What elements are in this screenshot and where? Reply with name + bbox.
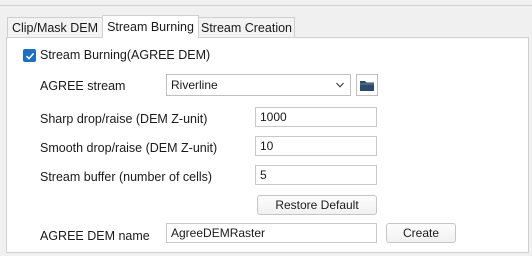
sharp-drop-value: 1000 [260, 110, 287, 124]
restore-default-label: Restore Default [275, 198, 359, 212]
smooth-drop-value: 10 [260, 139, 274, 153]
create-button[interactable]: Create [386, 223, 456, 243]
create-label: Create [402, 226, 440, 240]
tab-label: Stream Burning [107, 20, 194, 34]
tab-clip-mask-dem[interactable]: Clip/Mask DEM [7, 17, 103, 37]
folder-icon [360, 81, 374, 91]
smooth-drop-label: Smooth drop/raise (DEM Z-unit) [40, 141, 218, 155]
agree-dem-name-input[interactable]: AgreeDEMRaster [166, 223, 377, 243]
tab-stream-creation[interactable]: Stream Creation [198, 17, 295, 37]
stream-buffer-input[interactable]: 5 [255, 165, 377, 185]
stream-buffer-label: Stream buffer (number of cells) [40, 170, 213, 184]
restore-default-button[interactable]: Restore Default [257, 195, 377, 215]
browse-button[interactable] [356, 74, 378, 96]
smooth-drop-input[interactable]: 10 [255, 136, 377, 156]
window-divider [0, 5, 532, 6]
chevron-down-icon [336, 82, 344, 88]
sharp-drop-label: Sharp drop/raise (DEM Z-unit) [40, 112, 208, 126]
agree-stream-value: Riverline [171, 78, 218, 92]
agree-dem-name-value: AgreeDEMRaster [171, 226, 266, 240]
stream-burning-checkbox[interactable] [23, 49, 36, 62]
stream-burning-label: Stream Burning(AGREE DEM) [40, 48, 211, 62]
agree-stream-label: AGREE stream [40, 79, 126, 93]
agree-dem-name-label: AGREE DEM name [40, 229, 150, 243]
stream-buffer-value: 5 [260, 168, 267, 182]
sharp-drop-input[interactable]: 1000 [255, 107, 377, 127]
checkmark-icon [25, 52, 34, 60]
tab-label: Clip/Mask DEM [11, 20, 99, 35]
tab-label: Stream Creation [200, 20, 292, 35]
agree-stream-dropdown[interactable]: Riverline [166, 74, 351, 96]
tab-stream-burning[interactable]: Stream Burning [102, 15, 199, 38]
